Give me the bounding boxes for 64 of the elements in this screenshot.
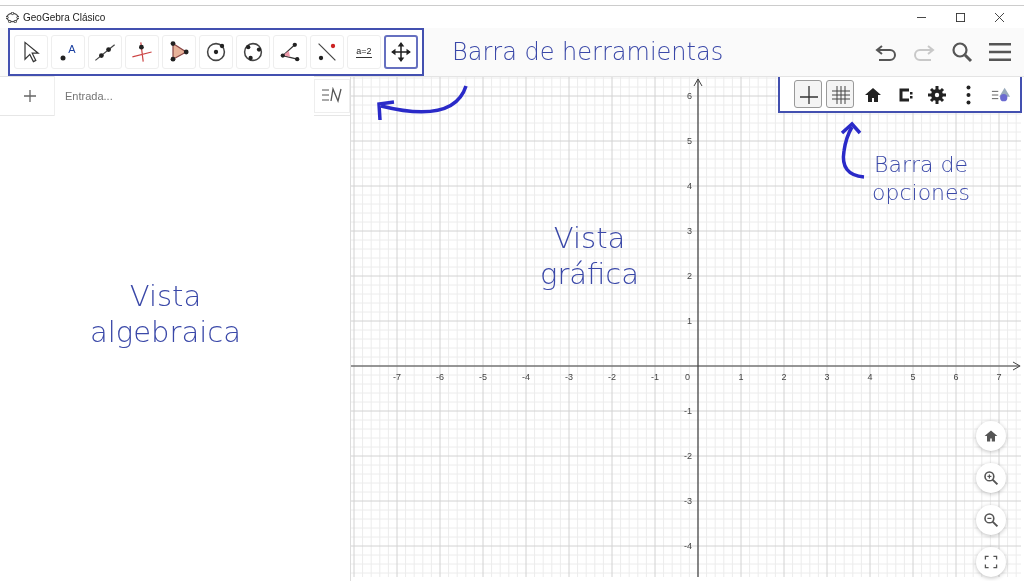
axis-tick-label: 0 — [685, 372, 690, 382]
tool-button[interactable]: a=2 — [347, 35, 381, 69]
menu-icon — [987, 41, 1013, 63]
axis-tick-label: 3 — [687, 226, 692, 236]
annotation-label: Vista algebraica — [90, 278, 241, 351]
axis-tick-label: 3 — [824, 372, 830, 382]
grid-button[interactable] — [826, 80, 854, 108]
close-icon[interactable] — [995, 12, 1004, 22]
axis-tick-label: 4 — [687, 181, 692, 191]
axis-tick-label: -2 — [684, 451, 692, 461]
point-icon — [60, 54, 67, 61]
home-button[interactable] — [976, 421, 1006, 451]
zoom-in-icon — [983, 470, 999, 486]
settings-icon — [927, 85, 947, 105]
perpendicular-lines-icon — [130, 40, 154, 64]
axis-tick-label: -6 — [436, 372, 444, 382]
fullscreen-button[interactable] — [976, 547, 1006, 577]
axis-tick-label: -4 — [522, 372, 530, 382]
zoom-out-button[interactable] — [976, 505, 1006, 535]
axis-tick-label: -4 — [684, 541, 692, 551]
axis-tick-label: 6 — [953, 372, 959, 382]
annotation-label: Vista gráfica — [540, 220, 640, 293]
annotation-label: Barra de opciones — [872, 151, 971, 206]
circle-points-icon — [241, 40, 265, 64]
axis-tick-label: -1 — [684, 406, 692, 416]
annotation-label: Barra de herramientas — [452, 38, 724, 66]
axis-tick-label: 5 — [687, 136, 692, 146]
home-icon — [863, 85, 883, 105]
zoom-in-button[interactable] — [976, 463, 1006, 493]
axis-tick-label: -7 — [393, 372, 401, 382]
tool-button[interactable]: A — [51, 35, 85, 69]
move-arrows-icon — [390, 40, 412, 64]
circle-icon — [204, 40, 228, 64]
axis-tick-label: 7 — [996, 372, 1002, 382]
grid-icon — [831, 85, 851, 105]
axis-tick-label: -1 — [651, 372, 659, 382]
zoom-out-icon — [983, 512, 999, 528]
tool-button[interactable] — [384, 35, 418, 69]
axis-tick-label: 2 — [687, 271, 692, 281]
point-label: A — [68, 43, 76, 55]
angle-icon — [278, 40, 302, 64]
axes-icon — [799, 85, 819, 105]
axes-button[interactable] — [794, 80, 822, 108]
app-logo-icon — [6, 11, 19, 23]
axis-tick-label: 1 — [687, 316, 692, 326]
axis-tick-label: 6 — [687, 91, 692, 101]
plus-icon[interactable] — [24, 90, 36, 102]
more-icon — [965, 85, 971, 105]
list-graph-icon — [321, 86, 343, 103]
home-icon — [983, 428, 999, 444]
axis-tick-label: 4 — [867, 372, 873, 382]
axis-tick-label: -3 — [684, 496, 692, 506]
axis-tick-label: 1 — [738, 372, 744, 382]
axis-tick-label: 5 — [910, 372, 916, 382]
axis-tick-label: 2 — [781, 372, 787, 382]
axis-tick-label: -3 — [565, 372, 573, 382]
fullscreen-icon — [983, 554, 999, 570]
view-toggle-button[interactable] — [314, 79, 350, 113]
search-icon — [949, 41, 975, 63]
input-field[interactable]: Entrada... — [54, 76, 314, 116]
window-title: GeoGebra Clásico — [23, 11, 106, 23]
axis-tick-label: -5 — [479, 372, 487, 382]
maximize-icon[interactable] — [956, 12, 965, 22]
axis-tick-label: -2 — [608, 372, 616, 382]
